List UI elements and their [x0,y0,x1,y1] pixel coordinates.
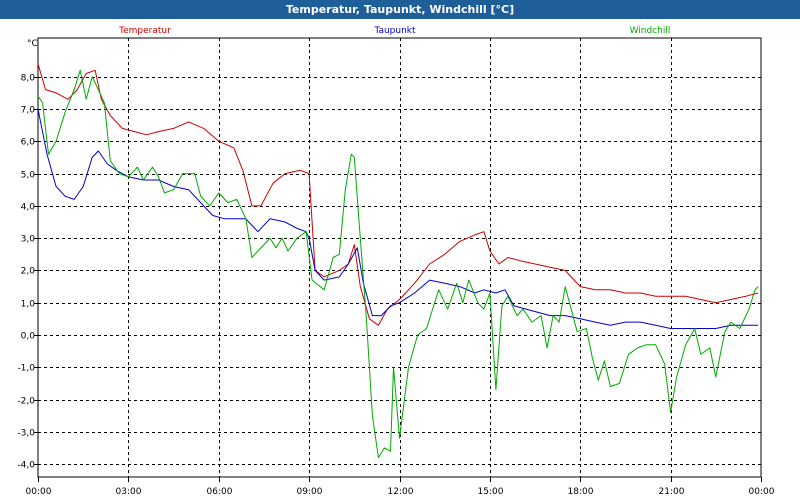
legend-entry-temperatur: Temperatur [118,26,171,36]
y-tick-label: 2,0 [21,267,36,277]
y-tick-label: -4,0 [17,461,35,471]
y-tick-label: -1,0 [17,364,35,374]
legend-entry-windchill: Windchill [630,26,671,36]
legend: Temperatur Taupunkt Windchill [118,26,670,36]
y-tick-label: 0,0 [21,332,36,342]
y-tick-label: 1,0 [21,300,36,310]
grid [38,38,761,477]
y-tick-label: 4,0 [21,203,36,213]
x-tick-time-label: 03:00 [116,487,142,497]
window-title: Temperatur, Taupunkt, Windchill [°C] [0,0,800,19]
chart: 8,0 7,0 6,0 5,0 4,0 3,0 2,0 1,0 0,0 -1,0 -2,0 -3,0 -… [17,26,775,497]
x-tick-time-label: 06:00 [207,487,233,497]
y-tick-label: 3,0 [21,235,36,245]
series [37,63,759,459]
x-tick-time-label: 00:00 [749,487,775,497]
y-tick-label: -2,0 [17,397,35,407]
x-tick-time-label: 09:00 [297,487,323,497]
y-tick-label: -3,0 [17,429,35,439]
chart-window: Temperatur, Taupunkt, Windchill [°C] 8,0… [0,0,800,500]
y-tick-label: 6,0 [21,138,36,148]
x-tick-time-label: 12:00 [388,487,414,497]
x-tick-time-label: 15:00 [478,487,504,497]
series-line-temperatur [37,63,759,326]
y-tick-label: 5,0 [21,171,36,181]
legend-entry-taupunkt: Taupunkt [373,26,416,36]
y-tick-label: 7,0 [21,106,36,116]
y-tick-label: 8,0 [21,74,36,84]
x-tick-time-label: 18:00 [568,487,594,497]
x-tick-time-label: 00:00 [26,487,52,497]
x-tick-time-label: 21:00 [659,487,685,497]
y-axis-label: °C [27,39,38,49]
plot-frame [37,37,762,478]
series-line-windchill [37,69,759,459]
